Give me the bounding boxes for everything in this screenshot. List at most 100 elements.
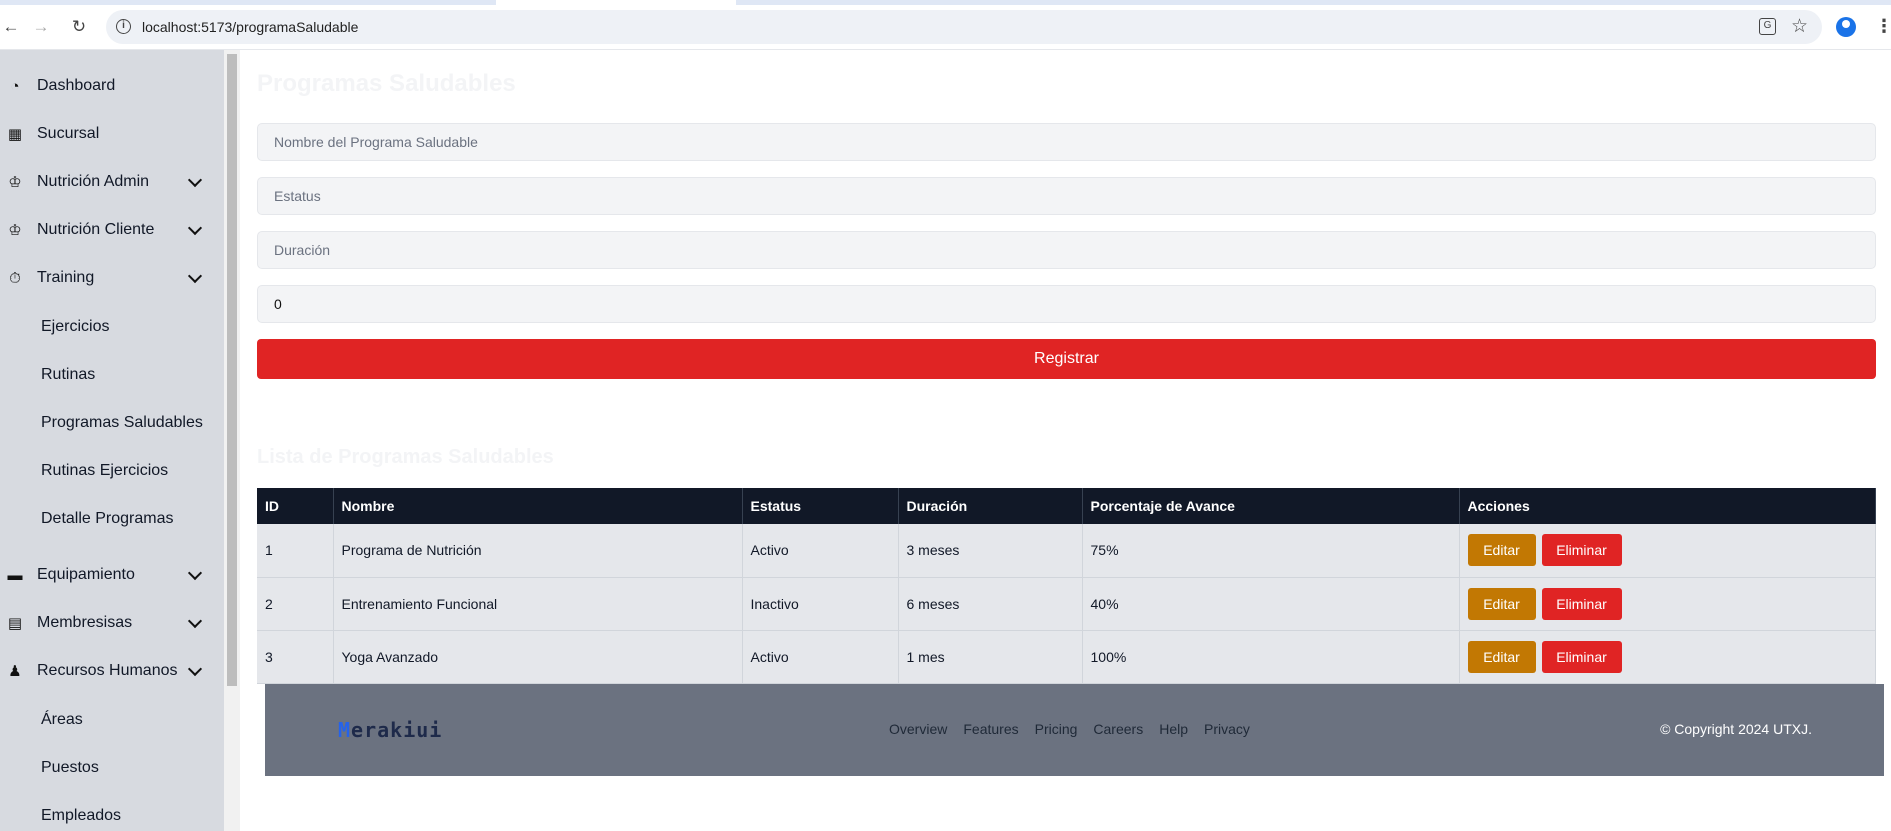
sidebar-item-label: Nutrición Admin (37, 173, 150, 190)
site-info-icon[interactable]: i (116, 19, 131, 34)
sidebar-subitem-ejercicios[interactable]: Ejercicios (41, 318, 109, 336)
sidebar-subitem-rutinas-ejercicios[interactable]: Rutinas Ejercicios (41, 462, 168, 480)
nutrition-icon: ♔ (8, 174, 22, 191)
sidebar-item-label: Membresisas (37, 614, 133, 631)
sidebar-subitem-rutinas[interactable]: Rutinas (41, 366, 95, 384)
sidebar-scrollbar-thumb[interactable] (227, 54, 237, 686)
page-title: Programas Saludables (257, 70, 516, 97)
progress-input[interactable] (257, 285, 1876, 323)
nutrition-icon: ♔ (8, 222, 22, 239)
chevron-down-icon (187, 565, 203, 581)
register-button[interactable]: Registrar (257, 339, 1876, 379)
browser-menu-icon[interactable]: ⋮ (1875, 16, 1891, 37)
sidebar-item-label: Nutrición Cliente (37, 221, 155, 238)
sidebar-subitem-programas-saludables[interactable]: Programas Saludables (41, 414, 203, 432)
edit-button[interactable]: Editar (1467, 587, 1536, 620)
users-icon: ♟ (8, 663, 22, 680)
cell-estatus: Activo (742, 630, 899, 684)
delete-button[interactable]: Eliminar (1541, 640, 1622, 673)
column-header-duracion: Duración (898, 488, 1083, 524)
column-header-acciones: Acciones (1459, 488, 1876, 524)
programs-table: ID Nombre Estatus Duración Porcentaje de… (257, 488, 1876, 684)
cell-duracion: 6 meses (898, 577, 1083, 631)
logo-text: erakiui (351, 718, 443, 742)
sidebar-item-dashboard[interactable]: ◔ Dashboard (0, 66, 224, 106)
column-header-nombre: Nombre (333, 488, 743, 524)
column-header-avance: Porcentaje de Avance (1082, 488, 1460, 524)
table-header-row: ID Nombre Estatus Duración Porcentaje de… (257, 488, 1876, 524)
sidebar: ◔ Dashboard ▦ Sucursal ♔ Nutrición Admin… (0, 50, 224, 831)
address-bar[interactable]: i localhost:5173/programaSaludable G ☆ (106, 10, 1822, 44)
footer: Merakiui Overview Features Pricing Caree… (265, 684, 1884, 776)
cell-id: 1 (257, 524, 334, 578)
sidebar-item-label: Training (37, 269, 95, 286)
sidebar-item-equipamiento[interactable]: ▬ Equipamiento (0, 555, 224, 595)
cell-estatus: Inactivo (742, 577, 899, 631)
sidebar-item-recursos-humanos[interactable]: ♟ Recursos Humanos (0, 651, 224, 691)
sidebar-subitem-puestos[interactable]: Puestos (41, 759, 99, 777)
column-header-id: ID (257, 488, 334, 524)
table-row: 1 Programa de Nutrición Activo 3 meses 7… (257, 524, 1876, 578)
sidebar-subitem-empleados[interactable]: Empleados (41, 807, 121, 825)
chevron-down-icon (187, 220, 203, 236)
cell-acciones: Editar Eliminar (1459, 577, 1876, 631)
sidebar-subitem-areas[interactable]: Áreas (41, 711, 83, 729)
cell-nombre: Programa de Nutrición (333, 524, 743, 578)
translate-icon[interactable]: G (1759, 18, 1776, 35)
cell-acciones: Editar Eliminar (1459, 524, 1876, 578)
stopwatch-icon: ⏱ (9, 269, 21, 287)
sidebar-item-label: Recursos Humanos (37, 662, 178, 679)
cell-duracion: 3 meses (898, 524, 1083, 578)
reload-icon[interactable]: ↻ (68, 16, 90, 38)
edit-button[interactable]: Editar (1467, 534, 1536, 567)
forward-arrow-icon[interactable]: → (30, 16, 52, 38)
footer-link-careers[interactable]: Careers (1093, 721, 1143, 737)
footer-link-overview[interactable]: Overview (889, 721, 947, 737)
duration-input[interactable] (257, 231, 1876, 269)
sidebar-item-label: Sucursal (37, 125, 100, 142)
tab-strip (0, 0, 1891, 5)
sidebar-item-label: Equipamiento (37, 566, 135, 583)
pie-chart-icon: ◔ (10, 77, 20, 95)
active-tab[interactable] (496, 0, 736, 5)
sidebar-item-label: Dashboard (37, 77, 116, 94)
cell-avance: 40% (1082, 577, 1460, 631)
column-header-estatus: Estatus (742, 488, 899, 524)
sidebar-item-training[interactable]: ⏱ Training (0, 258, 224, 298)
logo-mark: M (338, 718, 352, 742)
dumbbell-icon: ▬ (7, 566, 23, 584)
cell-id: 3 (257, 630, 334, 684)
cell-acciones: Editar Eliminar (1459, 630, 1876, 684)
sidebar-item-nutricion-admin[interactable]: ♔ Nutrición Admin (0, 162, 224, 202)
chevron-down-icon (187, 661, 203, 677)
cell-nombre: Yoga Avanzado (333, 630, 743, 684)
cell-estatus: Activo (742, 524, 899, 578)
footer-link-privacy[interactable]: Privacy (1204, 721, 1250, 737)
cell-duracion: 1 mes (898, 630, 1083, 684)
cell-nombre: Entrenamiento Funcional (333, 577, 743, 631)
bookmark-star-icon[interactable]: ☆ (1791, 15, 1808, 38)
program-name-input[interactable] (257, 123, 1876, 161)
delete-button[interactable]: Eliminar (1541, 534, 1622, 567)
cell-id: 2 (257, 577, 334, 631)
sidebar-item-nutricion-cliente[interactable]: ♔ Nutrición Cliente (0, 210, 224, 250)
url-text[interactable]: localhost:5173/programaSaludable (142, 19, 358, 35)
back-arrow-icon[interactable]: ← (0, 16, 22, 38)
status-input[interactable] (257, 177, 1876, 215)
sidebar-item-membresisas[interactable]: ▤ Membresisas (0, 603, 224, 643)
profile-avatar-icon[interactable] (1836, 17, 1856, 37)
list-title: Lista de Programas Saludables (257, 446, 554, 468)
delete-button[interactable]: Eliminar (1541, 587, 1622, 620)
footer-link-features[interactable]: Features (963, 721, 1018, 737)
building-icon: ▦ (7, 126, 23, 143)
table-row: 3 Yoga Avanzado Activo 1 mes 100% Editar… (257, 630, 1876, 684)
footer-link-pricing[interactable]: Pricing (1035, 721, 1078, 737)
copyright-text: © Copyright 2024 UTXJ. (1660, 721, 1812, 737)
merakiui-logo[interactable]: Merakiui (338, 718, 442, 742)
footer-nav: Overview Features Pricing Careers Help P… (889, 721, 1250, 737)
footer-link-help[interactable]: Help (1159, 721, 1188, 737)
cell-avance: 75% (1082, 524, 1460, 578)
edit-button[interactable]: Editar (1467, 640, 1536, 673)
sidebar-subitem-detalle-programas[interactable]: Detalle Programas (41, 510, 174, 528)
sidebar-item-sucursal[interactable]: ▦ Sucursal (0, 114, 224, 154)
